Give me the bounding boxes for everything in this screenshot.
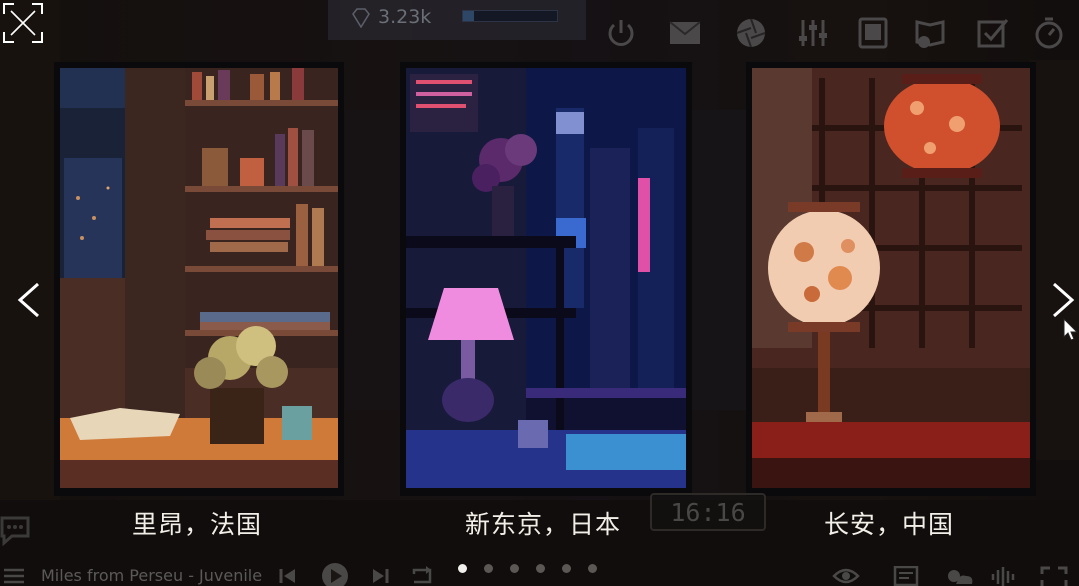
lantern-room-scene-image [752,68,1030,488]
mail-icon[interactable] [668,16,702,50]
equalizer-icon[interactable] [796,16,830,50]
scene-label-new-tokyo: 新东京，日本 [464,510,621,539]
book-settings-icon[interactable] [914,16,948,50]
pagination-dot[interactable] [510,564,519,573]
gem-icon [352,8,370,28]
fullscreen-icon[interactable] [1040,566,1068,586]
scene-card-lyon[interactable] [54,62,344,496]
chevron-right-icon[interactable] [1048,280,1078,320]
level-progress-bar [462,10,558,22]
checklist-icon[interactable] [976,16,1010,50]
camera-aperture-icon[interactable] [734,16,768,50]
pagination-dot[interactable] [536,564,545,573]
gems-count: 3.23k [378,6,432,28]
sound-wave-icon[interactable] [990,566,1018,586]
menu-icon[interactable] [4,568,24,584]
pagination-dot[interactable] [484,564,493,573]
pagination-dot[interactable] [562,564,571,573]
chevron-left-icon[interactable] [14,280,44,320]
next-track-icon[interactable] [370,566,390,586]
power-icon[interactable] [604,16,638,50]
scene-artwork [752,68,1030,488]
level-progress-fill [463,11,475,21]
play-icon[interactable] [320,562,350,586]
desk-clock: 16:16 [650,493,766,531]
now-playing-track: Miles from Perseu - Juvenile [41,566,263,585]
carousel-pagination [458,564,608,576]
weather-icon[interactable] [944,566,976,586]
library-scene-image [60,68,338,488]
stopwatch-icon[interactable] [1032,16,1066,50]
neon-city-scene-image [406,68,686,488]
eye-icon[interactable] [832,566,860,586]
tablet-icon[interactable] [856,16,890,50]
scene-card-changan[interactable] [746,62,1036,496]
scene-artwork [406,68,686,488]
pagination-dot[interactable] [458,564,467,573]
repeat-icon[interactable] [410,566,434,586]
chat-icon[interactable] [0,514,32,546]
previous-track-icon[interactable] [278,566,298,586]
mouse-cursor-icon [1063,318,1079,341]
scene-label-changan: 长安，中国 [823,510,954,539]
close-icon[interactable] [2,2,44,44]
scene-label-lyon: 里昂，法国 [131,510,262,539]
scene-artwork [60,68,338,488]
pagination-dot[interactable] [588,564,597,573]
scene-card-new-tokyo[interactable] [400,62,692,496]
playlist-icon[interactable] [893,566,919,586]
clock-time: 16:16 [670,498,746,527]
